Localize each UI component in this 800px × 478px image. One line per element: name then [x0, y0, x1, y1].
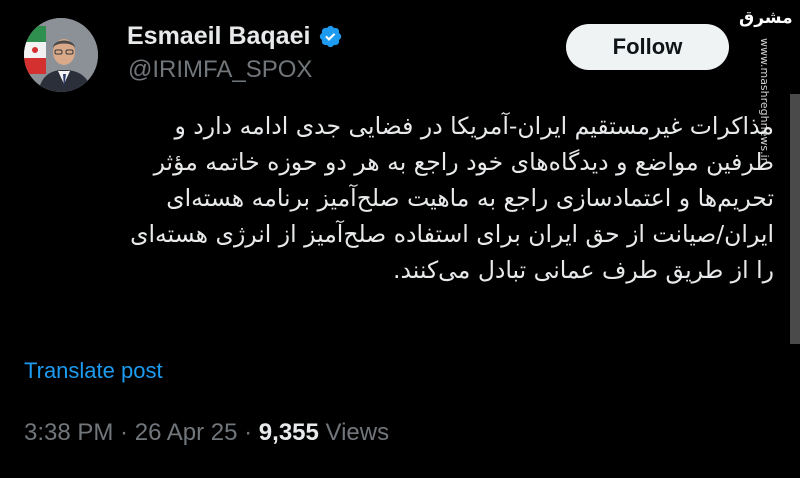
translate-post-link[interactable]: Translate post: [24, 357, 163, 385]
post-text-line: مذاکرات غیرمستقیم ایران-آمریکا در فضایی …: [174, 112, 774, 140]
post-meta: 3:38 PM · 26 Apr 25 · 9,355 Views: [24, 418, 389, 448]
meta-separator: ·: [237, 419, 259, 446]
author-name-row: Esmaeil Baqaei: [127, 20, 343, 52]
author-handle[interactable]: @IRIMFA_SPOX: [128, 55, 312, 85]
views-label: Views: [318, 419, 390, 446]
follow-button[interactable]: Follow: [566, 24, 729, 70]
post-text-line: طرفین مواضع و دیدگاه‌های خود راجع به هر …: [153, 148, 774, 176]
post-time[interactable]: 3:38 PM: [24, 419, 113, 446]
watermark-logo: مشرق: [739, 8, 793, 28]
post-text: مذاکرات غیرمستقیم ایران-آمریکا در فضایی …: [22, 108, 774, 288]
views-count[interactable]: 9,355: [259, 419, 319, 446]
meta-separator: ·: [113, 419, 135, 446]
post-text-line: ایران/صیانت از حق ایران برای استفاده صلح…: [130, 220, 774, 248]
post-text-line: تحریم‌ها و اعتمادسازی راجع به ماهیت صلح‌…: [166, 184, 774, 212]
tweet: Esmaeil Baqaei @IRIMFA_SPOX Follow مشرق …: [0, 0, 800, 478]
verified-badge-icon[interactable]: [318, 24, 343, 49]
avatar-photo-icon: [24, 18, 98, 92]
avatar[interactable]: [24, 18, 98, 92]
author-display-name[interactable]: Esmaeil Baqaei: [127, 20, 310, 52]
post-text-line: را از طریق طرف عمانی تبادل می‌کنند.: [393, 256, 774, 284]
scrollbar[interactable]: [790, 94, 800, 344]
post-date[interactable]: 26 Apr 25: [135, 419, 238, 446]
